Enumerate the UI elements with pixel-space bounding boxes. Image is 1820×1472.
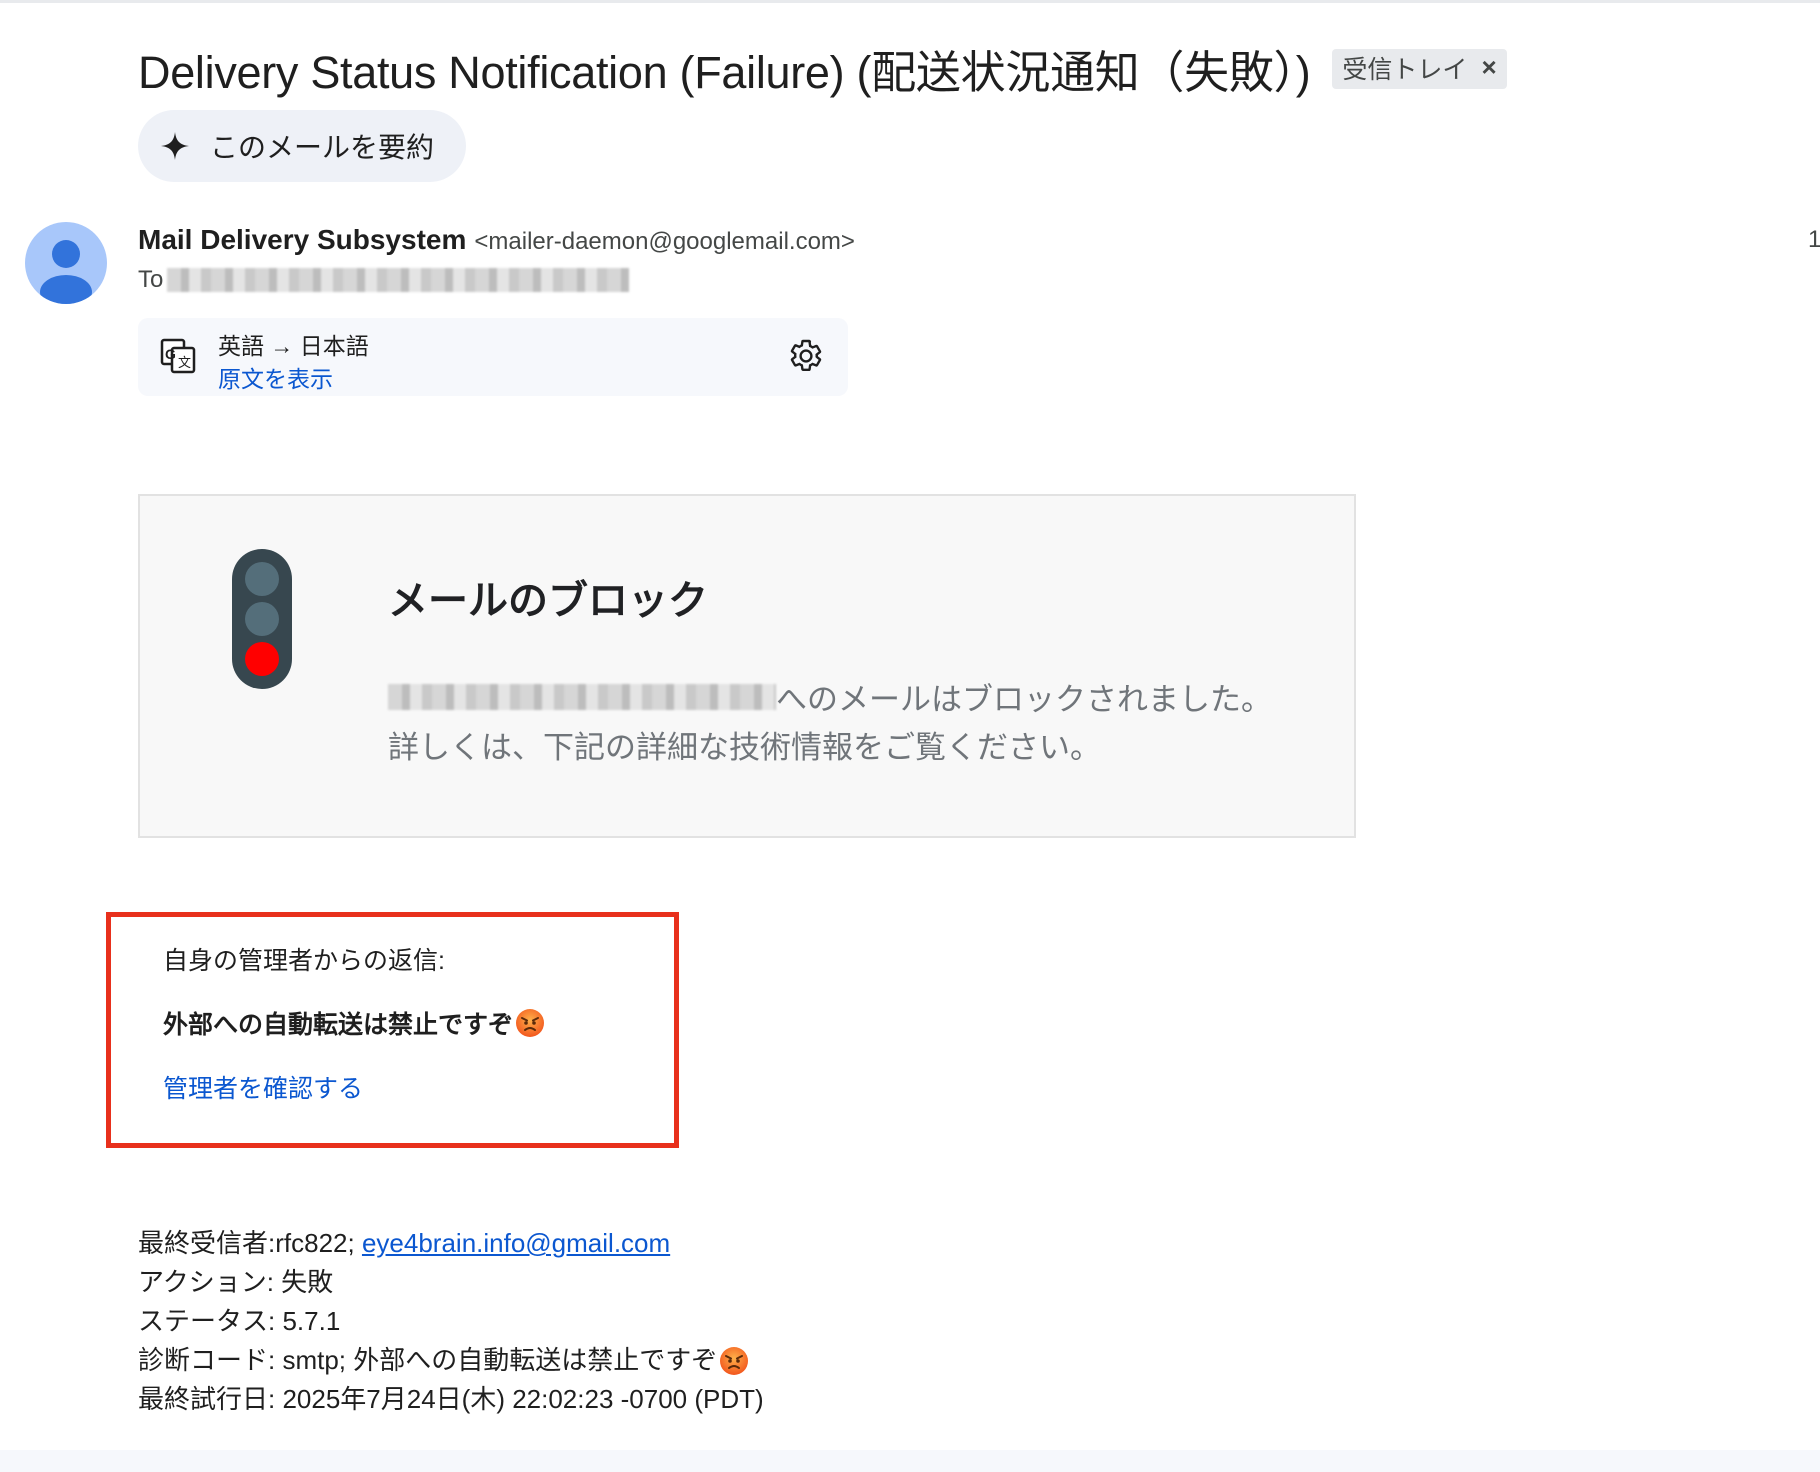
final-recipient-line: 最終受信者: rfc822; eye4brain.info@gmail.com [138, 1224, 764, 1263]
blocked-message-card: メールのブロック へのメールはブロックされました。 詳しくは、下記の詳細な技術情… [138, 494, 1356, 838]
angry-face-emoji [516, 1009, 545, 1037]
last-attempt-line: 最終試行日: 2025年7月24日(木) 22:02:23 -0700 (PDT… [138, 1384, 764, 1414]
action-line: アクション: 失敗 [138, 1267, 334, 1297]
email-subject: Delivery Status Notification (Failure) (… [138, 47, 1311, 98]
recipient-row[interactable]: To [138, 266, 630, 294]
top-divider [0, 0, 1820, 3]
email-view: Delivery Status Notification (Failure) (… [0, 0, 1820, 1472]
translation-languages: 英語 → 日本語 [218, 333, 369, 359]
admin-message-text: 外部への自動転送は禁止ですぞ [163, 1011, 514, 1039]
final-recipient-label: 最終受信者: [138, 1228, 276, 1258]
admin-message: 外部への自動転送は禁止ですぞ [163, 1005, 545, 1041]
blocked-message-text: へのメールはブロックされました。 [776, 682, 1272, 717]
show-original-link[interactable]: 原文を表示 [218, 360, 333, 394]
redacted-address [388, 683, 776, 710]
blocked-title: メールのブロック [388, 579, 708, 623]
translation-bar: G 文 英語 → 日本語 原文を表示 [138, 318, 848, 396]
sender-avatar[interactable] [25, 222, 107, 304]
technical-details: 最終受信者: rfc822; eye4brain.info@gmail.com … [138, 1224, 764, 1419]
svg-text:文: 文 [178, 356, 191, 371]
sparkle-icon [161, 132, 189, 160]
sender-email: <mailer-daemon@googlemail.com> [474, 228, 855, 255]
sender-row: Mail Delivery Subsystem <mailer-daemon@g… [138, 224, 855, 256]
summarize-label: このメールを要約 [210, 132, 435, 163]
summarize-email-button[interactable]: このメールを要約 [138, 110, 467, 182]
angry-face-emoji [720, 1346, 749, 1375]
blocked-message-line2: 詳しくは、下記の詳細な技術情報をご覧ください。 [388, 730, 1101, 765]
contact-admin-link[interactable]: 管理者を確認する [163, 1069, 363, 1105]
email-date-partial: 1 [1808, 226, 1820, 253]
inbox-label-text: 受信トレイ [1342, 55, 1468, 84]
inbox-label-chip[interactable]: 受信トレイ × [1332, 48, 1507, 89]
svg-text:G: G [165, 346, 176, 362]
gear-icon[interactable] [788, 338, 824, 374]
sender-name[interactable]: Mail Delivery Subsystem [138, 224, 466, 256]
traffic-light-icon [232, 549, 292, 689]
to-label: To [138, 266, 164, 293]
admin-reply-label: 自身の管理者からの返信: [163, 947, 445, 975]
status-line: ステータス: 5.7.1 [138, 1306, 341, 1336]
person-avatar-icon [40, 240, 92, 304]
final-recipient-prefix: rfc822; [275, 1228, 362, 1258]
subject-row: Delivery Status Notification (Failure) (… [138, 36, 1507, 101]
final-recipient-email-link[interactable]: eye4brain.info@gmail.com [362, 1224, 670, 1263]
diagnostic-text: 診断コード: smtp; 外部への自動転送は禁止ですぞ [138, 1345, 718, 1375]
redacted-recipient [167, 268, 630, 292]
translate-icon: G 文 [160, 338, 196, 374]
diagnostic-line: 診断コード: smtp; 外部への自動転送は禁止ですぞ [138, 1341, 764, 1380]
blocked-message-line1: へのメールはブロックされました。 [388, 674, 1272, 719]
bottom-strip [0, 1450, 1820, 1472]
admin-reply-highlight: 自身の管理者からの返信: 外部への自動転送は禁止ですぞ 管理者を確認する [106, 912, 679, 1148]
remove-label-icon[interactable]: × [1481, 52, 1496, 83]
